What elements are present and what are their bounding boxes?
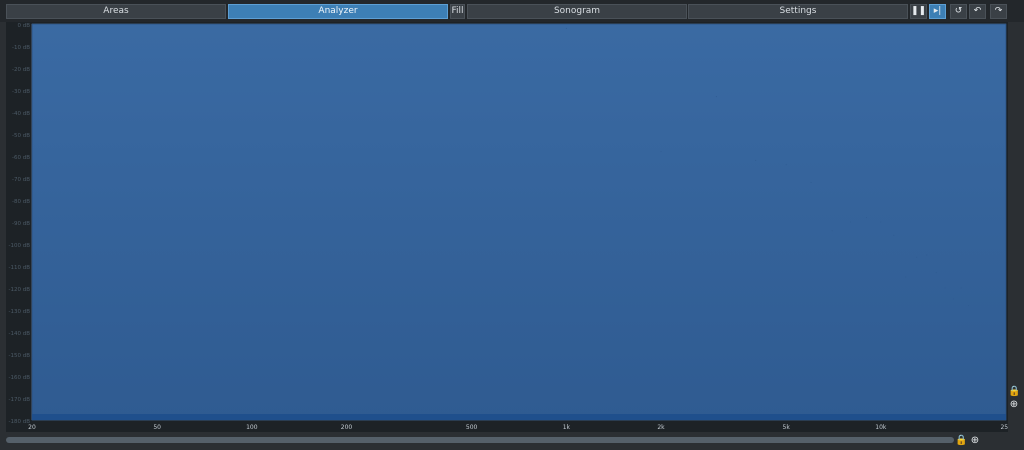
spectrum-peak-2 <box>715 96 717 98</box>
spectrum-peak-9 <box>880 221 882 223</box>
skip-icon: ▸| <box>933 6 942 16</box>
tab-analyzer[interactable]: Analyzer <box>228 4 448 19</box>
x-tick-label: 5k <box>783 424 791 431</box>
y-tick-label: -90 dB <box>12 221 30 227</box>
spectrum-peak-3 <box>755 159 757 161</box>
zoom-icon[interactable]: ⊕ <box>1008 399 1020 411</box>
x-tick-label: 500 <box>466 424 478 431</box>
pause-icon: ❚❚ <box>911 6 927 16</box>
spectrum-peak-17 <box>960 287 962 289</box>
y-tick-label: -170 dB <box>9 397 31 403</box>
x-tick-label: 1k <box>563 424 571 431</box>
y-tick-label: -10 dB <box>12 45 30 51</box>
spectrum-plot[interactable]: 0 dB -10 dB -20 dB -30 dB -40 dB -50 dB -60 dB… <box>6 22 1009 432</box>
spectrum-series <box>31 23 1007 421</box>
spectrum-peak-4 <box>785 164 787 166</box>
spectrum-peak-7 <box>849 221 851 223</box>
tab-areas[interactable]: Areas <box>6 4 226 19</box>
x-tick-label: 20 <box>28 424 36 431</box>
y-tick-label: -30 dB <box>12 89 30 95</box>
y-tick-label: -40 dB <box>12 111 30 117</box>
skip-button[interactable]: ▸| <box>929 4 946 19</box>
x-tick-label: 200 <box>341 424 353 431</box>
y-tick-label: -160 dB <box>9 375 31 381</box>
horizontal-scrollbar[interactable] <box>6 437 954 443</box>
spectrum-peak-8 <box>865 217 867 219</box>
y-tick-label: -130 dB <box>9 309 31 315</box>
level-strip <box>32 414 1006 420</box>
y-tick-label: -70 dB <box>12 177 30 183</box>
y-tick-label: -20 dB <box>12 67 30 73</box>
y-tick-label: -180 dB <box>9 419 31 425</box>
x-tick-label: 50 <box>153 424 161 431</box>
spectrum-peak-15 <box>944 287 946 289</box>
spectrum-peak-18 <box>968 305 970 307</box>
spectrum-peak-13 <box>926 254 928 256</box>
x-tick-label: 2k <box>657 424 665 431</box>
y-tick-label: -60 dB <box>12 155 30 161</box>
reset-icon: ↺ <box>954 6 963 16</box>
y-tick-label: -120 dB <box>9 287 31 293</box>
y-tick-label: -110 dB <box>9 265 31 271</box>
x-tick-label: 10k <box>875 424 887 431</box>
spectrum-peak-12 <box>916 256 918 258</box>
redo-icon: ↷ <box>994 6 1003 16</box>
toolbar: Areas Analyzer Fill Sonogram Settings ❚❚… <box>0 0 1024 22</box>
restore-button[interactable]: ↶ <box>969 4 986 19</box>
spectrum-peak-6 <box>831 230 833 232</box>
spectrum-peak-16 <box>952 298 954 300</box>
spectrum-peak-11 <box>905 276 907 278</box>
x-tick-label: 25k <box>1000 424 1008 431</box>
y-tick-label: 0 dB <box>17 23 30 29</box>
pause-button[interactable]: ❚❚ <box>910 4 927 19</box>
spectrum-peak-14 <box>935 272 937 274</box>
zoom-icon[interactable]: ⊕ <box>969 435 981 447</box>
x-tick-label: 100 <box>246 424 258 431</box>
restore-icon: ↶ <box>973 6 982 16</box>
spectrum-peak-0 <box>565 27 567 29</box>
spectrum-peak-10 <box>893 234 895 236</box>
spectrum-peak-5 <box>810 181 812 183</box>
spectrum-peak-1 <box>660 151 662 153</box>
redo-button[interactable]: ↷ <box>990 4 1007 19</box>
lock-icon[interactable]: 🔒 <box>1008 386 1020 398</box>
lock-icon[interactable]: 🔒 <box>955 435 967 447</box>
spectrum-analyzer[interactable]: 0 dB -10 dB -20 dB -30 dB -40 dB -50 dB -60 dB… <box>6 22 1008 432</box>
y-tick-label: -100 dB <box>9 243 31 249</box>
reset-button[interactable]: ↺ <box>950 4 967 19</box>
y-tick-label: -80 dB <box>12 199 30 205</box>
tab-fill[interactable]: Fill <box>450 4 465 19</box>
y-tick-label: -140 dB <box>9 331 31 337</box>
tab-sonogram[interactable]: Sonogram <box>467 4 687 19</box>
tab-settings[interactable]: Settings <box>688 4 908 19</box>
y-tick-label: -150 dB <box>9 353 31 359</box>
y-tick-label: -50 dB <box>12 133 30 139</box>
